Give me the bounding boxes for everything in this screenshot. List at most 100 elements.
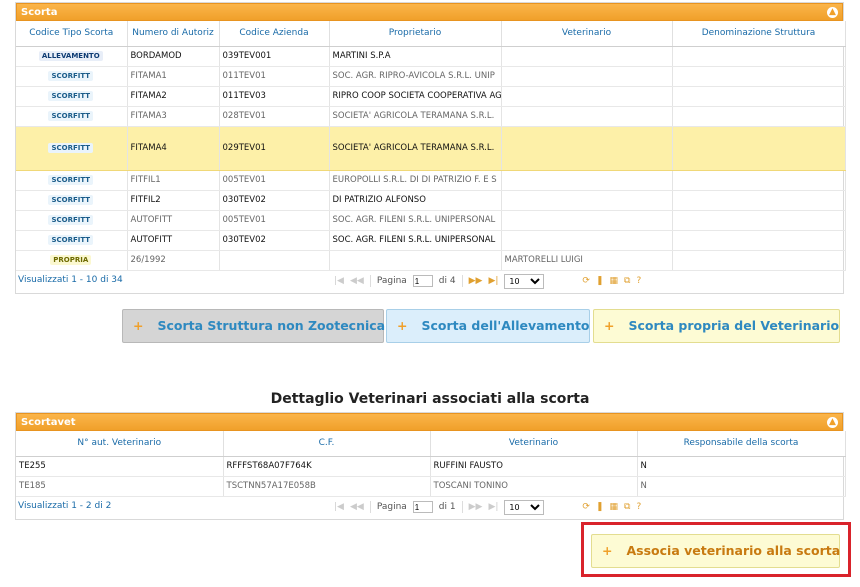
next-page-icon[interactable]: ▶▶ [469, 502, 483, 512]
pager-separator [369, 275, 371, 287]
col-header-cf[interactable]: C.F. [223, 431, 431, 457]
export-icon[interactable]: ⧉ [624, 502, 630, 512]
cell-numero: AUTOFITT [127, 230, 220, 251]
cell-veterinario [501, 126, 673, 171]
scortavet-pager-info: Visualizzati 1 - 2 di 2 [18, 500, 112, 511]
table-row[interactable]: SCORFITT FITAMA2 011TEV03 RIPRO COOP SOCIET… [16, 86, 846, 107]
col-header-struttura[interactable]: Denominazione Struttura [672, 21, 846, 47]
cell-struttura [672, 250, 846, 271]
scorta-grid-title: Scorta ▲ [16, 3, 843, 21]
cell-codice: 039TEV001 [219, 46, 330, 67]
cell-naut: TE255 [16, 456, 224, 477]
cell-numero: FITAMA1 [127, 66, 220, 87]
export-icon[interactable]: ⧉ [624, 276, 630, 286]
col-header-naut[interactable]: N° aut. Veterinario [16, 431, 224, 457]
scorta-allevamento-button[interactable]: + Scorta dell'Allevamento [386, 309, 590, 343]
scorta-pager-nav: |◀ ◀◀ Pagina di 4 ▶▶ ▶| 10 ⟳ ❚ ▦ ⧉ ? [334, 273, 641, 289]
cell-codice [219, 250, 330, 271]
cell-veterinario [501, 170, 673, 191]
table-row[interactable]: PROPRIA 26/1992 MARTORELLI LUIGI [16, 250, 846, 271]
cell-resp: N [637, 476, 846, 497]
prev-page-icon[interactable]: ◀◀ [350, 502, 364, 512]
scortavet-grid-title: Scortavet ▲ [16, 413, 843, 431]
cell-veterinario [501, 106, 673, 127]
cell-tipo: SCORFITT [16, 126, 128, 171]
pager-separator [461, 275, 463, 287]
cell-cf: TSCTNN57A17E058B [223, 476, 431, 497]
table-row[interactable]: ALLEVAMENTO BORDAMOD 039TEV001 MARTINI S.P.… [16, 46, 846, 67]
page-label: Pagina [376, 502, 407, 512]
columns-icon[interactable]: ❚ [596, 502, 604, 512]
cell-struttura [672, 86, 846, 107]
tipo-badge: SCORFITT [48, 215, 94, 225]
tipo-badge: SCORFITT [48, 143, 94, 153]
col-header-numero[interactable]: Numero di Autoriz [127, 21, 220, 47]
tipo-badge: SCORFITT [48, 195, 94, 205]
plus-icon: + [604, 318, 615, 333]
cell-veterinario [501, 66, 673, 87]
table-row[interactable]: SCORFITT AUTOFITT 005TEV01 SOC. AGR. FILENI… [16, 210, 846, 231]
cell-numero: FITAMA3 [127, 106, 220, 127]
first-page-icon[interactable]: |◀ [334, 502, 344, 512]
help-icon[interactable]: ? [636, 276, 641, 286]
table-row[interactable]: SCORFITT FITAMA3 028TEV01 SOCIETA' AGRICOLA… [16, 106, 846, 127]
cell-proprietario: SOC. AGR. FILENI S.R.L. UNIPERSONAL [329, 230, 502, 251]
cell-veterinario: MARTORELLI LUIGI [501, 250, 673, 271]
cell-codice: 011TEV01 [219, 66, 330, 87]
col-header-codice[interactable]: Codice Azienda [219, 21, 330, 47]
last-page-icon[interactable]: ▶| [488, 276, 498, 286]
cell-tipo: SCORFITT [16, 210, 128, 231]
prev-page-icon[interactable]: ◀◀ [350, 276, 364, 286]
grid-icon[interactable]: ▦ [610, 276, 619, 286]
refresh-icon[interactable]: ⟳ [582, 276, 590, 286]
cell-struttura [672, 106, 846, 127]
col-header-proprietario[interactable]: Proprietario [329, 21, 502, 47]
cell-veterinario [501, 86, 673, 107]
table-row[interactable]: SCORFITT FITFIL2 030TEV02 DI PATRIZIO ALFON… [16, 190, 846, 211]
cell-codice: 005TEV01 [219, 210, 330, 231]
page-number-input[interactable] [412, 275, 433, 287]
cell-tipo: SCORFITT [16, 190, 128, 211]
scortavet-table: N° aut. Veterinario C.F. Veterinario Res… [16, 431, 846, 497]
collapse-scortavet-icon[interactable]: ▲ [827, 417, 838, 428]
table-row[interactable]: SCORFITT FITAMA1 011TEV01 SOC. AGR. RIPRO-A… [16, 66, 846, 87]
pager-separator [369, 501, 371, 513]
grid-icon[interactable]: ▦ [610, 502, 619, 512]
cell-veterinario [501, 230, 673, 251]
cell-vet: TOSCANI TONINO [430, 476, 638, 497]
table-row[interactable]: SCORFITT FITFIL1 005TEV01 EUROPOLLI S.R.L. … [16, 170, 846, 191]
scorta-propria-button[interactable]: + Scorta propria del Veterinario [593, 309, 840, 343]
table-row[interactable]: SCORFITT FITAMA4 029TEV01 SOCIETA' AGRICOLA… [16, 126, 846, 171]
cell-codice: 005TEV01 [219, 170, 330, 191]
cell-numero: BORDAMOD [127, 46, 220, 67]
scorta-struttura-button[interactable]: + Scorta Struttura non Zootecnica [122, 309, 386, 343]
col-header-veterinario[interactable]: Veterinario [501, 21, 673, 47]
next-page-icon[interactable]: ▶▶ [469, 276, 483, 286]
cell-proprietario: SOC. AGR. FILENI S.R.L. UNIPERSONAL [329, 210, 502, 231]
cell-proprietario: DI PATRIZIO ALFONSO [329, 190, 502, 211]
col-header-vet[interactable]: Veterinario [430, 431, 638, 457]
last-page-icon[interactable]: ▶| [488, 502, 498, 512]
collapse-scorta-icon[interactable]: ▲ [827, 7, 838, 18]
page-size-select[interactable]: 10 [504, 499, 545, 515]
page-size-select[interactable]: 10 [504, 273, 545, 289]
plus-icon: + [133, 318, 144, 333]
scorta-struttura-label: Scorta Struttura non Zootecnica [157, 318, 386, 333]
help-icon[interactable]: ? [636, 502, 641, 512]
cell-naut: TE185 [16, 476, 224, 497]
columns-icon[interactable]: ❚ [596, 276, 604, 286]
scortavet-grid-title-text: Scortavet [21, 417, 76, 428]
cell-resp: N [637, 456, 846, 477]
page-number-input[interactable] [412, 501, 433, 513]
table-row[interactable]: TE255 RFFFST68A07F764K RUFFINI FAUSTO N [16, 456, 846, 477]
col-header-tipo[interactable]: Codice Tipo Scorta [16, 21, 128, 47]
table-row[interactable]: SCORFITT AUTOFITT 030TEV02 SOC. AGR. FILENI… [16, 230, 846, 251]
table-row[interactable]: TE185 TSCTNN57A17E058B TOSCANI TONINO N [16, 476, 846, 497]
col-header-resp[interactable]: Responsabile della scorta [637, 431, 846, 457]
highlight-box [581, 522, 851, 577]
refresh-icon[interactable]: ⟳ [582, 502, 590, 512]
cell-numero: 26/1992 [127, 250, 220, 271]
tipo-badge: SCORFITT [48, 71, 94, 81]
plus-icon: + [397, 318, 408, 333]
first-page-icon[interactable]: |◀ [334, 276, 344, 286]
